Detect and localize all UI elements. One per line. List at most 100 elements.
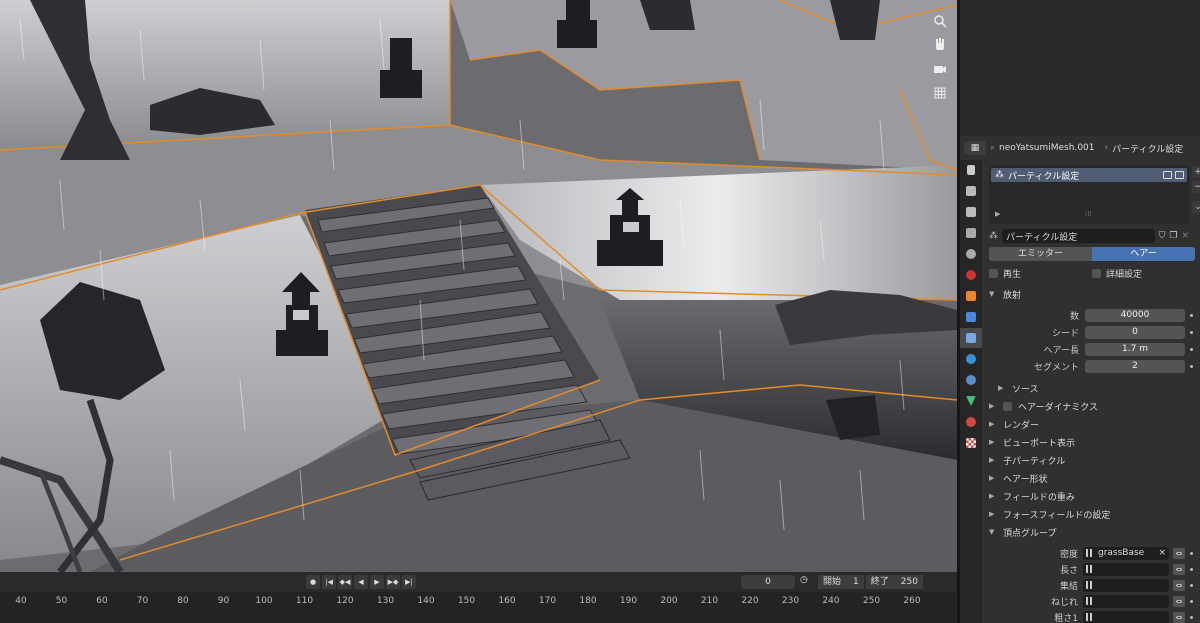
clump-vgroup-field[interactable]	[1083, 578, 1169, 592]
tab-scene[interactable]	[960, 244, 982, 264]
number-field[interactable]: 40000	[1085, 308, 1185, 322]
keyframe-dot-icon[interactable]	[1190, 583, 1193, 587]
object-name: neoYatsumiMesh.001	[999, 143, 1095, 153]
record-icon[interactable]: ●	[306, 575, 320, 589]
frame-ruler[interactable]: 40 50 60 70 80 90 100 110 120 130 140 150 160 170 180 1…	[0, 592, 957, 623]
particles-icon[interactable]: ⁂	[989, 231, 998, 241]
current-frame-field[interactable]: 0	[741, 575, 795, 589]
ruler-tick: 90	[217, 596, 230, 606]
render-panel-header[interactable]: ▶ レンダー	[989, 416, 1039, 432]
invert-toggle-icon[interactable]: ⇔	[1173, 547, 1185, 559]
keyframe-dot-icon[interactable]	[1190, 313, 1193, 317]
keyframe-dot-icon[interactable]	[1190, 551, 1193, 555]
start-label: 開始	[823, 577, 842, 587]
keyframe-dot-icon[interactable]	[1190, 567, 1193, 571]
play-reverse-icon[interactable]: ◀	[354, 575, 368, 589]
advanced-checkbox[interactable]: 詳細設定	[1092, 266, 1195, 280]
data-icon[interactable]	[960, 391, 982, 411]
field-weights-panel-header[interactable]: ▶ フィールドの重み	[989, 488, 1075, 504]
wrench-icon[interactable]	[960, 307, 982, 327]
play-icon[interactable]: ▶	[370, 575, 384, 589]
advanced-label: 詳細設定	[1106, 269, 1143, 280]
close-icon[interactable]: ×	[1181, 231, 1189, 241]
resize-handle[interactable]: ⁞⁞⁞	[1085, 210, 1092, 218]
prev-keyframe-icon[interactable]: ◆◀	[338, 575, 352, 589]
children-panel-header[interactable]: ▶ 子パーティクル	[989, 452, 1065, 468]
invert-toggle-icon[interactable]: ⇔	[1173, 563, 1185, 575]
3d-viewport[interactable]	[0, 0, 957, 572]
start-frame-field[interactable]: 開始 1	[818, 575, 864, 589]
duplicate-icon[interactable]: ❐	[1169, 231, 1177, 241]
hair-option[interactable]: ヘアー	[1092, 247, 1195, 261]
twist-label: ねじれ	[1050, 597, 1078, 608]
invert-toggle-icon[interactable]: ⇔	[1173, 579, 1185, 591]
ruler-tick: 80	[177, 596, 189, 606]
particle-system-list[interactable]: ⁂ パーティクル設定 ▶ ⁞⁞⁞	[989, 166, 1189, 224]
density-vgroup-field[interactable]: grassBase ×	[1083, 546, 1169, 560]
zoom-icon[interactable]	[929, 10, 951, 32]
keyframe-dot-icon[interactable]	[1190, 599, 1193, 603]
tab-world[interactable]	[960, 265, 982, 285]
chevron-down-icon[interactable]: ⌄	[1192, 201, 1200, 213]
segments-field[interactable]: 2	[1085, 359, 1185, 373]
emitter-option[interactable]: エミッター	[989, 247, 1092, 261]
tab-tool[interactable]	[960, 160, 982, 180]
regrow-label: 再生	[1003, 269, 1022, 280]
vertex-groups-panel-header[interactable]: ▼ 頂点グループ	[989, 524, 1056, 540]
particle-type-toggle: エミッター ヘアー	[989, 247, 1195, 261]
end-frame-field[interactable]: 終了 250	[865, 575, 923, 589]
keyframe-dot-icon[interactable]	[1190, 364, 1193, 368]
twist-vgroup-field[interactable]	[1083, 594, 1169, 608]
invert-toggle-icon[interactable]: ⇔	[1173, 611, 1185, 623]
hair-shape-panel-header[interactable]: ▶ ヘアー形状	[989, 470, 1047, 486]
list-item[interactable]: ⁂ パーティクル設定	[991, 168, 1187, 182]
regrow-checkbox[interactable]: 再生	[989, 266, 1092, 280]
grid-icon[interactable]	[929, 82, 951, 104]
tab-view-layer[interactable]	[960, 223, 982, 243]
clock-icon[interactable]: ◷	[800, 575, 814, 589]
density-vgroup-row: 密度 grassBase × ⇔	[989, 546, 1200, 560]
viewport-toggle-icon[interactable]	[1175, 171, 1184, 179]
camera-icon[interactable]	[929, 58, 951, 80]
tab-object[interactable]	[960, 286, 982, 306]
emission-panel-header[interactable]: ▼ 放射	[989, 286, 1021, 302]
force-field-panel-header[interactable]: ▶ フォースフィールドの設定	[989, 506, 1110, 522]
remove-slot-button[interactable]: −	[1192, 181, 1200, 193]
constraints-icon[interactable]	[960, 370, 982, 390]
render-toggle-icon[interactable]	[1163, 171, 1172, 179]
next-keyframe-icon[interactable]: ▶◆	[386, 575, 400, 589]
vertex-group-icon	[1086, 565, 1094, 573]
keyframe-dot-icon[interactable]	[1190, 330, 1193, 334]
tab-output[interactable]	[960, 202, 982, 222]
hair-dynamics-panel-header[interactable]: ▶ ヘアーダイナミクス	[989, 398, 1098, 414]
length-vgroup-field[interactable]	[1083, 562, 1169, 576]
hair-length-field[interactable]: 1.7 m	[1085, 342, 1185, 356]
invert-toggle-icon[interactable]: ⇔	[1173, 595, 1185, 607]
settings-name-field[interactable]: パーティクル設定	[1002, 229, 1155, 243]
length-vgroup-row: 長さ ⇔	[989, 562, 1200, 576]
jump-end-icon[interactable]: ▶|	[402, 575, 416, 589]
hair-dynamics-checkbox[interactable]	[1003, 401, 1012, 411]
texture-icon[interactable]	[960, 433, 982, 453]
rough1-vgroup-field[interactable]	[1083, 610, 1169, 623]
expand-arrow-icon[interactable]: ▶	[995, 210, 1000, 218]
material-icon[interactable]	[960, 412, 982, 432]
viewport-display-panel-header[interactable]: ▶ ビューポート表示	[989, 434, 1075, 450]
chevron-right-icon: ▶	[989, 474, 995, 482]
close-icon[interactable]: ×	[1158, 548, 1169, 558]
keyframe-dot-icon[interactable]	[1190, 347, 1193, 351]
fake-user-icon[interactable]: ⛉	[1159, 231, 1166, 241]
frame-range: 開始 1 終了 250	[818, 575, 923, 589]
particles-icon[interactable]	[960, 328, 982, 348]
editor-type-button[interactable]: ▦	[964, 141, 986, 155]
add-slot-button[interactable]: +	[1192, 166, 1200, 178]
search-icon[interactable]: ⌕	[990, 143, 995, 153]
seed-field[interactable]: 0	[1085, 325, 1185, 339]
keyframe-dot-icon[interactable]	[1190, 615, 1193, 619]
tab-render[interactable]	[960, 181, 982, 201]
segments-field-row: セグメント 2	[989, 359, 1199, 373]
hand-icon[interactable]	[929, 34, 951, 56]
physics-icon[interactable]	[960, 349, 982, 369]
jump-start-icon[interactable]: |◀	[322, 575, 336, 589]
source-subpanel-header[interactable]: ▶ ソース	[998, 380, 1039, 396]
